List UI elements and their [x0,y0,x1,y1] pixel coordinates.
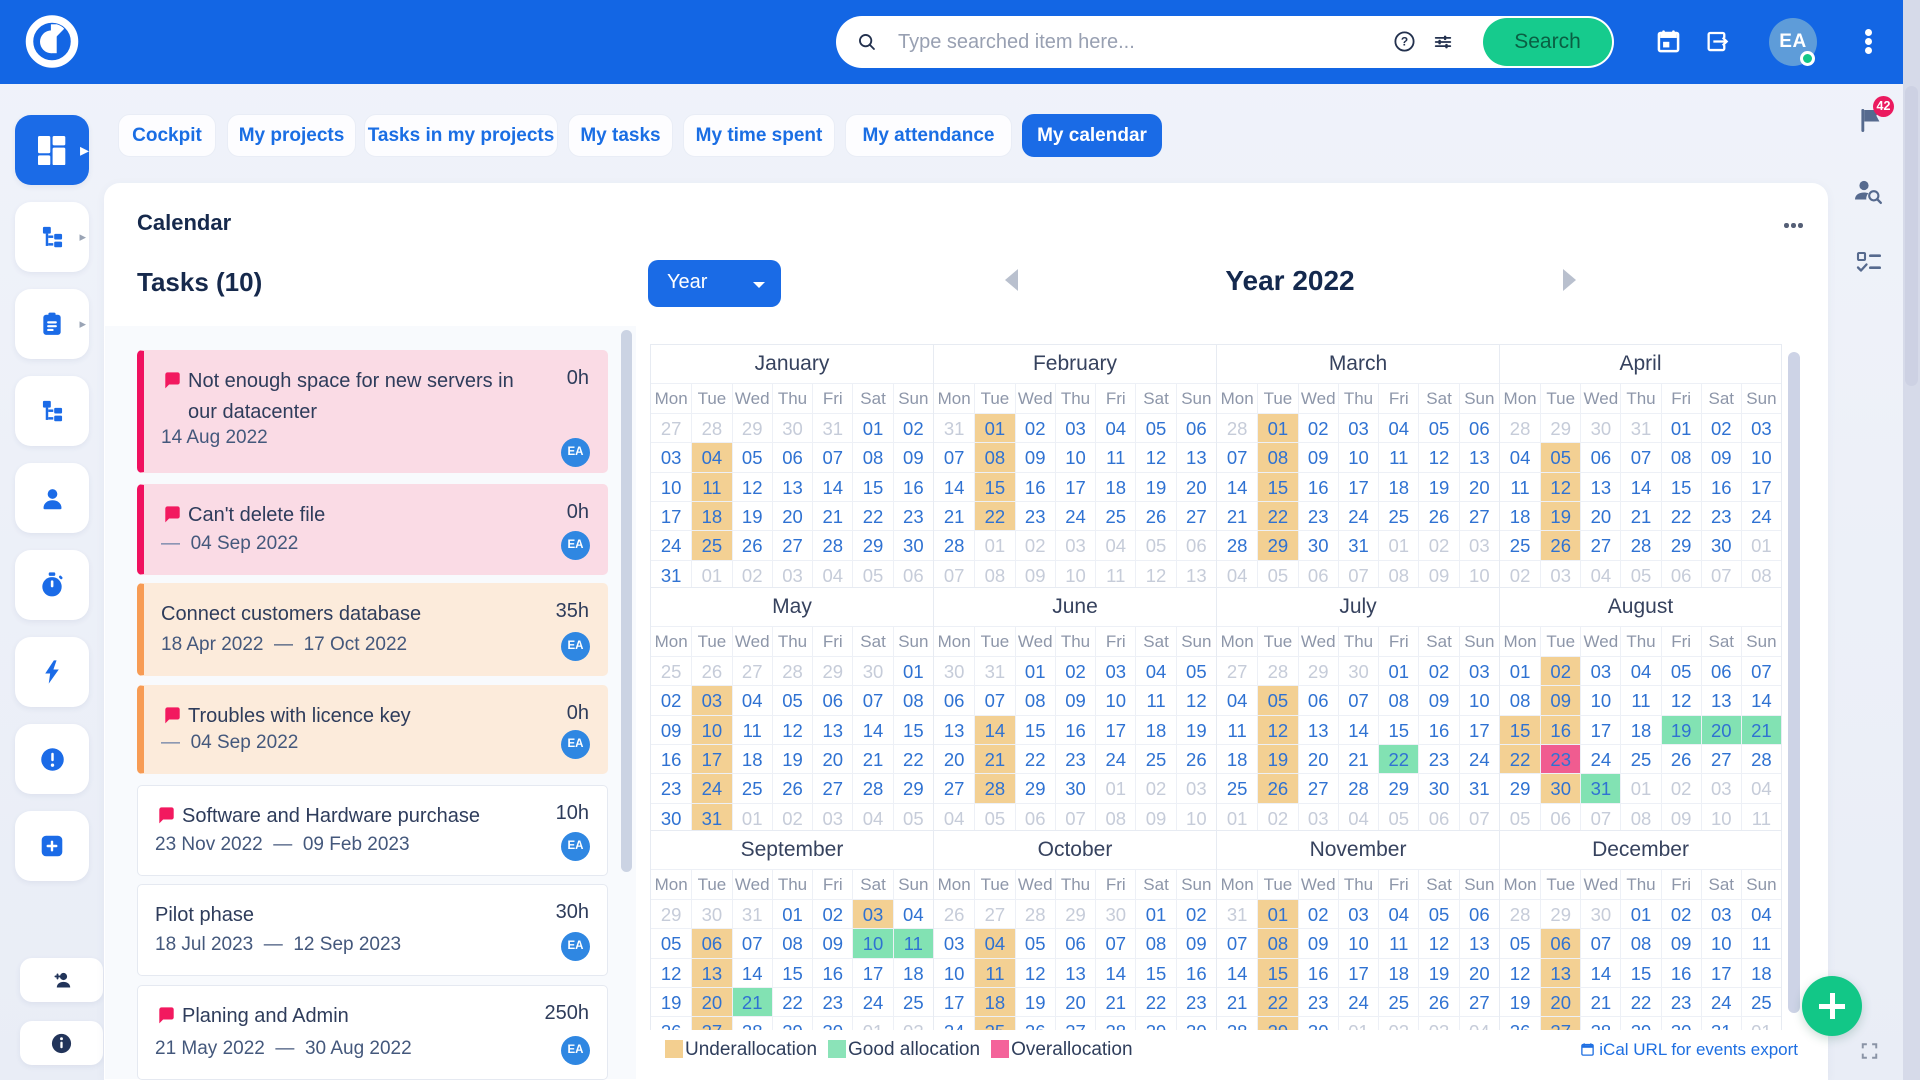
svg-text:?: ? [1401,35,1408,49]
